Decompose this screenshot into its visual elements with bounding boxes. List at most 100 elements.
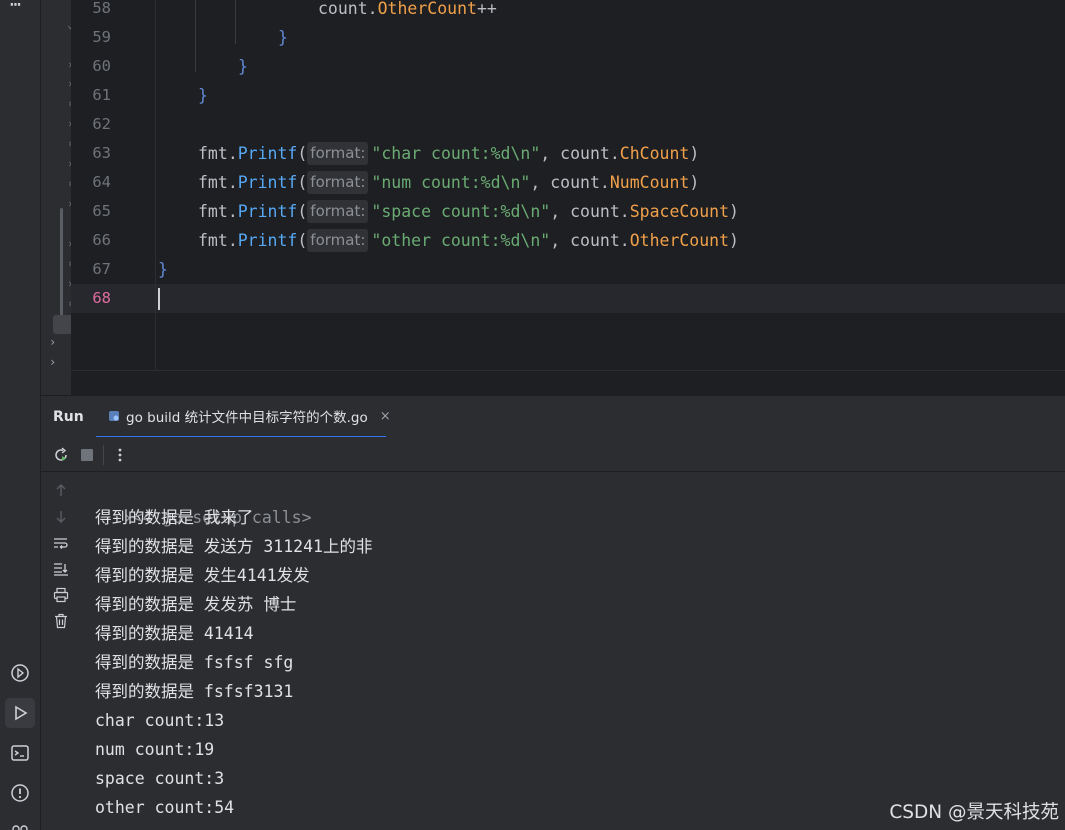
line-number: 68 [92,289,111,307]
code-token: OtherCount [629,231,730,250]
parameter-hint: format: [307,229,369,252]
code-line[interactable]: 64 fmt.Printf(format: "num count:%d\n", co… [71,168,1065,197]
code-token: "num count:%d\n" [371,173,531,192]
code-token: ) [689,173,700,192]
chevron-right-icon[interactable]: › [49,355,56,369]
terminal-icon[interactable] [8,741,32,765]
code-text: fmt.Printf(format: "other count:%d\n", co… [198,226,739,255]
tree-bottom [41,370,71,395]
run-tool-icon[interactable] [5,698,35,728]
arrow-down-icon[interactable] [52,508,70,526]
tree-selected-row[interactable] [53,315,71,334]
line-number: 65 [92,202,111,220]
code-token: count. [318,0,378,18]
rerun-icon[interactable] [51,445,71,465]
line-number: 63 [92,144,111,162]
run-config-tab[interactable]: go build 统计文件中目标字符的个数.go × [96,396,391,438]
code-token: ) [729,202,739,221]
go-file-icon [108,407,120,426]
console-output[interactable]: ›<4 go setup calls> 得到的数据是 我来了得到的数据是 发送方… [80,472,1065,830]
problems-icon[interactable] [8,781,32,805]
editor-bottom-space [41,370,1065,395]
chevron-right-icon[interactable]: › [49,335,56,349]
code-token: "other count:%d\n" [371,231,551,250]
code-token: ( [297,144,308,163]
code-token: } [278,28,288,47]
git-icon[interactable] [8,818,32,830]
code-token: ) [729,231,739,250]
console-line: 得到的数据是 发生4141发发 [95,566,310,585]
console-side-toolbar [41,472,80,830]
code-token: OtherCount [377,0,477,18]
tree-scrollbar[interactable] [60,208,63,328]
console-line: num count:19 [95,740,215,759]
indent-guide [235,0,236,44]
line-number: 60 [92,57,111,75]
code-line[interactable]: 68 [71,284,1065,313]
code-text: count.OtherCount++ [318,0,497,23]
code-line[interactable]: 66 fmt.Printf(format: "other count:%d\n", … [71,226,1065,255]
more-options-icon[interactable] [110,445,130,465]
line-number: 62 [92,115,111,133]
code-token: ChCount [619,144,690,163]
run-tab-label: go build 统计文件中目标字符的个数.go [126,410,368,426]
code-token: Printf [237,202,298,221]
code-line[interactable]: 65 fmt.Printf(format: "space count:%d\n", … [71,197,1065,226]
run-title[interactable]: Run [53,409,84,425]
activity-bar: ⋯ [0,0,41,830]
arrow-up-icon[interactable] [52,481,70,499]
indent-guide [155,0,156,370]
services-icon[interactable] [8,661,32,685]
watermark: CSDN @景天科技苑 [889,802,1059,823]
code-token: Printf [237,144,298,163]
line-number: 61 [92,86,111,104]
code-token: "space count:%d\n" [371,202,551,221]
code-token: } [158,260,168,279]
code-text: fmt.Printf(format: "space count:%d\n", co… [198,197,739,226]
code-token: fmt [198,144,228,163]
parameter-hint: format: [307,142,369,165]
code-text: fmt.Printf(format: "num count:%d\n", coun… [198,168,699,197]
code-token: , count. [540,144,620,163]
scroll-to-end-icon[interactable] [52,560,70,578]
run-tool-window-header: Run go build 统计文件中目标字符的个数.go × [41,395,1065,438]
indent-guide [195,0,196,72]
stop-icon[interactable] [77,445,97,465]
parameter-hint: format: [307,171,369,194]
code-text: } [238,52,248,81]
console-line: space count:3 [95,769,225,788]
console-line: 得到的数据是 我来了 [95,508,254,527]
line-number: 66 [92,231,111,249]
console-line: 得到的数据是 发送方 311241上的非 [95,537,373,556]
text-caret [158,288,160,310]
code-token: ( [297,231,308,250]
code-token: . [227,144,238,163]
more-icon[interactable]: ⋯ [10,0,22,15]
code-token: SpaceCount [629,202,730,221]
code-line[interactable]: 63 fmt.Printf(format: "char count:%d\n", c… [71,139,1065,168]
code-line[interactable]: 67} [71,255,1065,284]
parameter-hint: format: [307,200,369,223]
code-editor[interactable]: 58 count.OtherCount++ 59} 60} 61} 62 63 fmt.Pri… [71,0,1065,370]
code-line[interactable]: 62 [71,110,1065,139]
code-line[interactable]: 59} [71,23,1065,52]
code-line[interactable]: 58 count.OtherCount++ [71,0,1065,23]
close-icon[interactable]: × [380,409,391,424]
code-token: ( [297,173,308,192]
soft-wrap-icon[interactable] [52,534,70,552]
line-number: 67 [92,260,111,278]
code-line[interactable]: 61} [71,81,1065,110]
code-token: fmt [198,173,228,192]
console-line: 得到的数据是 fsfsf sfg [95,653,294,672]
print-icon[interactable] [52,586,70,604]
code-token: . [227,231,238,250]
trash-icon[interactable] [52,612,70,630]
code-token: ( [297,202,308,221]
code-token: Printf [237,173,298,192]
go-setup-calls[interactable]: ›<4 go setup calls> [83,474,312,527]
toolbar-separator [103,445,104,465]
project-tree: ⌄ › › › › › › › › › › › › › › [41,0,71,395]
code-token: } [198,86,208,105]
code-line[interactable]: 60} [71,52,1065,81]
line-number: 64 [92,173,111,191]
